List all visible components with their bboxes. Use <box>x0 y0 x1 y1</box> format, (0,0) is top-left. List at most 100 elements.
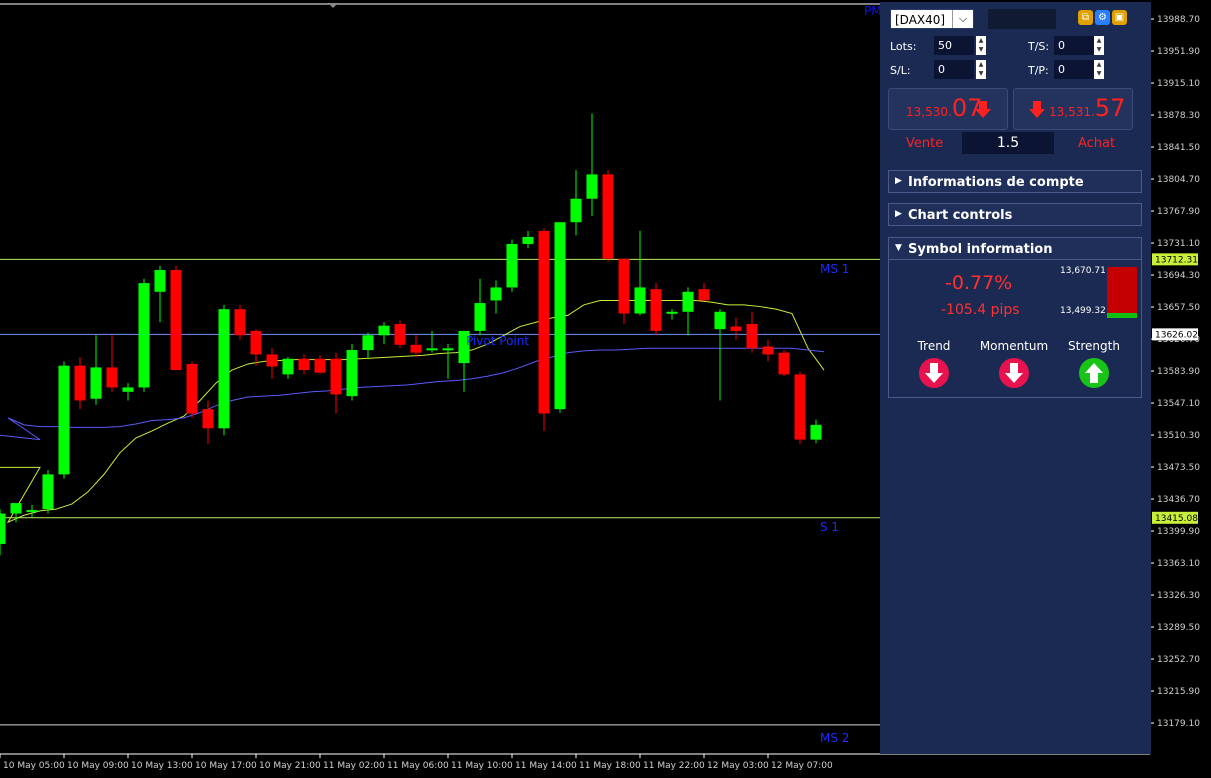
candle-body <box>42 474 54 510</box>
candle <box>218 304 230 436</box>
symbol-select[interactable]: [DAX40] ⌵ <box>890 9 974 29</box>
candle-body <box>26 510 38 513</box>
time-tick-label: 12 May 07:00 <box>771 761 833 771</box>
arrow-down-icon <box>975 101 991 118</box>
range-bar <box>1107 267 1137 318</box>
candle-body <box>330 358 342 395</box>
change-pips: -105.4 pips <box>941 302 1020 318</box>
candle <box>42 470 54 514</box>
sl-input[interactable]: 0 <box>934 60 974 79</box>
symbol-search-field[interactable] <box>988 9 1056 29</box>
candle-body <box>634 287 646 314</box>
lots-input[interactable]: 50 <box>934 36 974 55</box>
time-tick-label: 11 May 06:00 <box>387 761 449 771</box>
candle <box>602 170 614 262</box>
lots-stepper[interactable]: ▲ ▼ <box>976 36 986 55</box>
candle <box>138 278 150 392</box>
candle <box>778 350 790 377</box>
candle <box>554 222 566 413</box>
candle-body <box>90 367 102 399</box>
tp-label: T/P: <box>1028 64 1049 77</box>
section-account-info[interactable]: ▶ Informations de compte <box>888 170 1142 193</box>
candle-body <box>714 311 726 330</box>
time-tick-label: 11 May 18:00 <box>579 761 641 771</box>
buy-button[interactable]: 13,531.57 <box>1013 88 1133 130</box>
candle <box>538 228 550 431</box>
symbol-value: [DAX40] <box>895 13 946 27</box>
candle <box>346 343 358 401</box>
time-tick-label: 10 May 05:00 <box>3 761 65 771</box>
candle-body <box>618 258 630 314</box>
candle-body <box>122 387 134 392</box>
candle-body <box>506 243 518 288</box>
sell-button[interactable]: 13,530.07 <box>888 88 1008 130</box>
time-tick-label: 10 May 13:00 <box>131 761 193 771</box>
candle-body <box>106 367 118 388</box>
candle-body <box>378 325 390 336</box>
level-label-s1: S 1 <box>820 520 839 534</box>
arrow-down-icon <box>1029 101 1045 118</box>
copy-icon[interactable]: ⧉ <box>1078 10 1093 25</box>
sell-label: Vente <box>906 136 944 151</box>
candle-body <box>538 230 550 414</box>
time-tick-label: 10 May 09:00 <box>67 761 129 771</box>
candle <box>234 304 246 340</box>
candle-body <box>570 198 582 223</box>
candle-body <box>170 270 182 371</box>
candle-body <box>58 365 70 475</box>
caret-right-icon: ▶ <box>895 176 902 186</box>
chevron-down-icon[interactable]: ⌵ <box>952 10 973 28</box>
trading-panel: [DAX40] ⌵ ⧉ ⚙ ▣ Lots: 50 ▲ ▼ T/S: 0 ▲ ▼ S/… <box>880 2 1151 754</box>
lots-label: Lots: <box>890 40 917 53</box>
symbol-info-body: -0.77% -105.4 pips 13,670.71 13,499.32 T… <box>888 260 1142 398</box>
candle-body <box>394 323 406 345</box>
candle-body <box>442 348 454 351</box>
candle-body <box>474 303 486 331</box>
candle-body <box>314 358 326 373</box>
candle-body <box>202 409 214 429</box>
arrow-down-icon <box>999 358 1029 388</box>
ts-stepper[interactable]: ▲ ▼ <box>1094 36 1104 55</box>
ts-input[interactable]: 0 <box>1054 36 1094 55</box>
candle <box>58 361 70 479</box>
candle-body <box>522 237 534 244</box>
section-chart-controls[interactable]: ▶ Chart controls <box>888 203 1142 226</box>
candle-body <box>810 424 822 440</box>
buy-price-big: 57 <box>1094 94 1126 122</box>
candle-body <box>138 283 150 388</box>
candle-body <box>554 222 566 410</box>
arrow-down-icon <box>919 358 949 388</box>
pm-label: PM <box>864 4 882 18</box>
section-title: Informations de compte <box>908 175 1084 190</box>
candle-body <box>586 174 598 199</box>
candle-body <box>682 291 694 312</box>
tp-input[interactable]: 0 <box>1054 60 1094 79</box>
time-tick-label: 11 May 02:00 <box>323 761 385 771</box>
candle-body <box>698 289 710 301</box>
candle-body <box>346 350 358 397</box>
time-tick-label: 10 May 21:00 <box>259 761 321 771</box>
change-percent: -0.77% <box>945 272 1013 294</box>
candle <box>794 371 806 444</box>
sl-label: S/L: <box>890 64 911 77</box>
candle-body <box>746 323 758 349</box>
range-bar-fill <box>1107 267 1137 313</box>
time-tick-label: 10 May 17:00 <box>195 761 257 771</box>
candle <box>650 283 662 336</box>
candle-body <box>234 309 246 336</box>
indicator-label-trend: Trend <box>917 339 951 353</box>
time-tick-label: 11 May 22:00 <box>643 761 705 771</box>
section-title: Symbol information <box>908 242 1053 257</box>
candle-body <box>762 346 774 355</box>
section-title: Chart controls <box>908 208 1013 223</box>
buy-label: Achat <box>1078 136 1116 151</box>
range-low: 13,499.32 <box>1060 306 1106 316</box>
candle-body <box>186 363 198 414</box>
section-symbol-information[interactable]: ▼ Symbol information <box>888 237 1142 260</box>
range-high: 13,670.71 <box>1060 266 1106 276</box>
sl-stepper[interactable]: ▲ ▼ <box>976 60 986 79</box>
candle-body <box>154 270 166 292</box>
tp-stepper[interactable]: ▲ ▼ <box>1094 60 1104 79</box>
expand-icon[interactable]: ▣ <box>1112 10 1127 25</box>
gear-icon[interactable]: ⚙ <box>1095 10 1110 25</box>
